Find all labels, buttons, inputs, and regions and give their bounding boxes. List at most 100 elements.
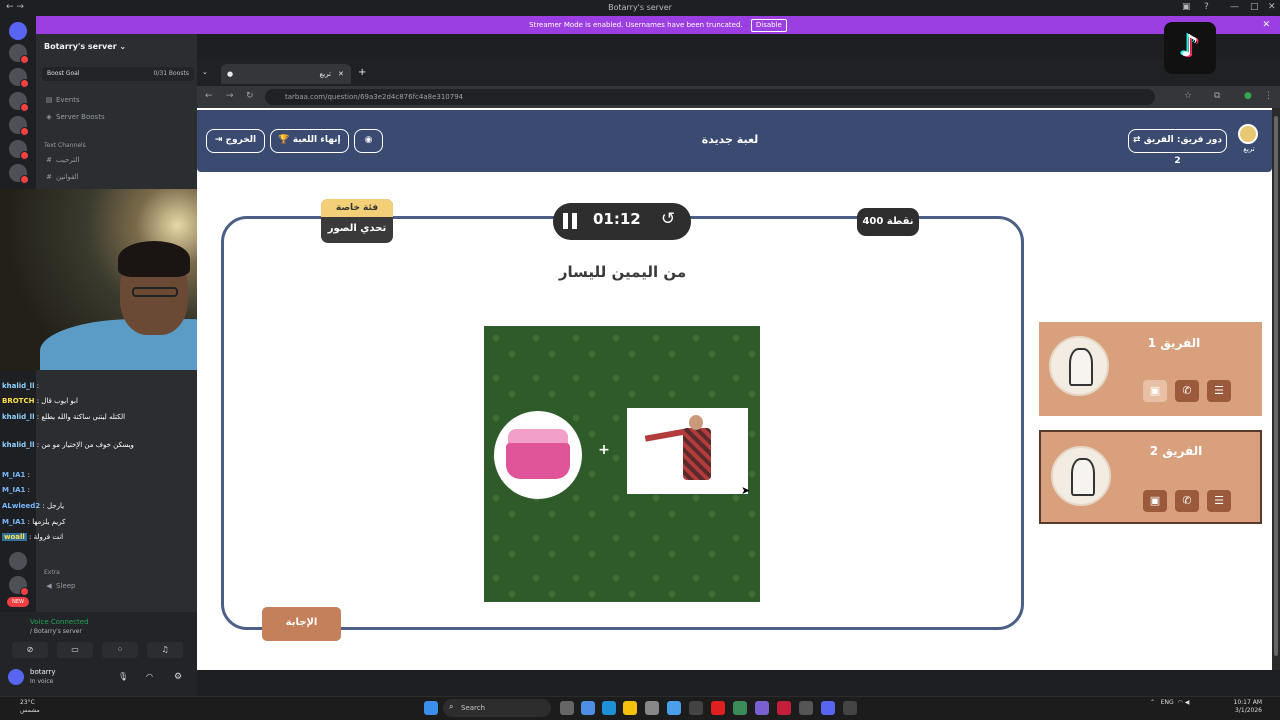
voice-status[interactable]: Voice Connected: [30, 618, 89, 626]
boost-goal[interactable]: Boost Goal 0/31 Boosts: [42, 67, 194, 81]
phone-icon[interactable]: ✆: [1175, 380, 1199, 402]
plus-sign: +: [598, 442, 610, 458]
extensions-icon[interactable]: ⧉: [1214, 91, 1220, 101]
site-logo[interactable]: تربع: [1238, 124, 1260, 158]
server-icon[interactable]: [9, 116, 29, 136]
camera-icon[interactable]: ▣: [1143, 490, 1167, 512]
team-name: الفريق 2: [1149, 444, 1203, 458]
pause-icon[interactable]: [563, 213, 568, 229]
cream-jar-image: [494, 411, 582, 499]
team-name: الفريق 1: [1147, 336, 1201, 350]
headphones-icon[interactable]: ◠: [146, 672, 153, 681]
microphone-icon[interactable]: 🎙: [118, 672, 128, 681]
obs-icon[interactable]: [689, 701, 703, 715]
disable-streamer-mode-button[interactable]: Disable: [750, 19, 787, 32]
logo-icon: [1238, 124, 1258, 144]
category-text-channels[interactable]: Text Channels: [44, 142, 86, 149]
close-tab-icon[interactable]: ✕: [338, 64, 344, 84]
menu-icon[interactable]: ⋮: [1264, 91, 1273, 101]
app-icon[interactable]: [799, 701, 813, 715]
server-icon[interactable]: [9, 140, 29, 160]
screen-share-button[interactable]: ▭: [57, 642, 93, 658]
reset-timer-icon[interactable]: ↺: [661, 209, 675, 229]
close-icon[interactable]: ✕: [1262, 16, 1270, 34]
inbox-icon[interactable]: ▣: [1182, 2, 1191, 12]
help-icon[interactable]: ?: [1204, 2, 1209, 12]
maximize-icon[interactable]: □: [1250, 2, 1259, 12]
channel-item[interactable]: # القوانين: [44, 173, 79, 181]
phone-icon[interactable]: ✆: [1175, 490, 1199, 512]
server-icon[interactable]: [9, 44, 29, 64]
category-name: تحدي الصور: [327, 223, 387, 234]
search-icon: ⌕: [449, 702, 454, 711]
discord-icon[interactable]: [821, 701, 835, 715]
task-view-icon[interactable]: [560, 701, 574, 715]
file-explorer-icon[interactable]: [623, 701, 637, 715]
horse-icon: [1071, 458, 1095, 496]
app-icon[interactable]: [755, 701, 769, 715]
start-icon[interactable]: [424, 701, 438, 715]
taskbar-clock[interactable]: 10:17 AM 3/1/2026: [1226, 699, 1262, 715]
edge-icon[interactable]: [602, 701, 616, 715]
scrollbar[interactable]: [1272, 108, 1280, 670]
chat-message: M_IA1 :: [2, 471, 30, 479]
browser-tab[interactable]: ● تربع ✕: [221, 64, 351, 84]
app-icon[interactable]: [777, 701, 791, 715]
close-window-icon[interactable]: ✕: [1268, 2, 1276, 12]
palette-icon: ◉: [364, 135, 373, 145]
xbox-icon[interactable]: [733, 701, 747, 715]
team-avatar: [1051, 446, 1111, 506]
store-icon[interactable]: [645, 701, 659, 715]
channel-item[interactable]: # الترحيب: [44, 156, 79, 164]
tab-search-icon[interactable]: ⌄: [202, 68, 208, 76]
weather-widget[interactable]: 23°C مشمس: [20, 699, 40, 715]
chat-message: M_IA1 : كريم يلزمها: [2, 518, 66, 526]
system-tray[interactable]: ⌃ ENG ◠ ◀: [1150, 699, 1189, 706]
timer-value: 01:12: [593, 210, 641, 228]
server-icon[interactable]: [9, 92, 29, 112]
activities-button[interactable]: ⁘: [102, 642, 138, 658]
settings-gear-icon[interactable]: ⚙: [174, 672, 182, 682]
channel-events[interactable]: ▤ Events: [44, 96, 80, 104]
url-input[interactable]: tarbaa.com/question/69a3e2d4c876fc4a8e31…: [265, 89, 1155, 105]
server-icon[interactable]: [9, 164, 29, 184]
server-name[interactable]: Botarry's server ⌄: [44, 42, 126, 51]
minimize-icon[interactable]: —: [1230, 2, 1239, 12]
palette-button[interactable]: ◉: [354, 129, 383, 153]
settings-icon[interactable]: [667, 701, 681, 715]
profile-icon[interactable]: ●: [1244, 91, 1252, 101]
list-icon[interactable]: ☰: [1207, 380, 1231, 402]
team-avatar: [1049, 336, 1109, 396]
answer-button[interactable]: الإجابة: [262, 607, 341, 641]
bookmark-star-icon[interactable]: ☆: [1184, 91, 1192, 101]
youtube-icon[interactable]: [711, 701, 725, 715]
banner-text: Streamer Mode is enabled. Usernames have…: [529, 21, 743, 29]
camera-icon[interactable]: ▣: [1143, 380, 1167, 402]
soundboard-button[interactable]: ♫: [147, 642, 183, 658]
chat-message: M_IA1 :: [2, 486, 30, 494]
channel-server-boosts[interactable]: ◈ Server Boosts: [44, 113, 104, 121]
shuffle-icon: ⇄: [1133, 135, 1141, 145]
back-icon[interactable]: ← →: [6, 2, 24, 12]
server-icon[interactable]: [9, 68, 29, 88]
avatar[interactable]: [8, 669, 24, 685]
reload-icon[interactable]: ↻: [246, 91, 254, 101]
list-icon[interactable]: ☰: [1207, 490, 1231, 512]
app-icon[interactable]: [843, 701, 857, 715]
back-icon[interactable]: ←: [205, 91, 213, 101]
end-game-button[interactable]: 🏆 إنهاء اللعبة: [270, 129, 349, 153]
user-panel: Voice Connected / Botarry's server ⊘ ▭ ⁘…: [0, 612, 197, 696]
language-indicator: ENG: [1160, 699, 1174, 706]
turn-indicator[interactable]: ⇄ دور فريق: الفريق 2: [1128, 129, 1227, 166]
new-tab-icon[interactable]: +: [358, 67, 366, 78]
taskbar-search[interactable]: Search: [443, 699, 551, 717]
camera-off-button[interactable]: ⊘: [12, 642, 48, 658]
mouse-cursor-icon: ➤: [741, 484, 751, 497]
voice-server: / Botarry's server: [30, 628, 82, 635]
copilot-icon[interactable]: [581, 701, 595, 715]
home-icon[interactable]: [9, 22, 27, 40]
exit-button[interactable]: ⇥ الخروج: [206, 129, 265, 153]
hash-icon: #: [46, 173, 52, 181]
forward-icon[interactable]: →: [226, 91, 234, 101]
volume-icon: ◀: [1184, 699, 1190, 706]
